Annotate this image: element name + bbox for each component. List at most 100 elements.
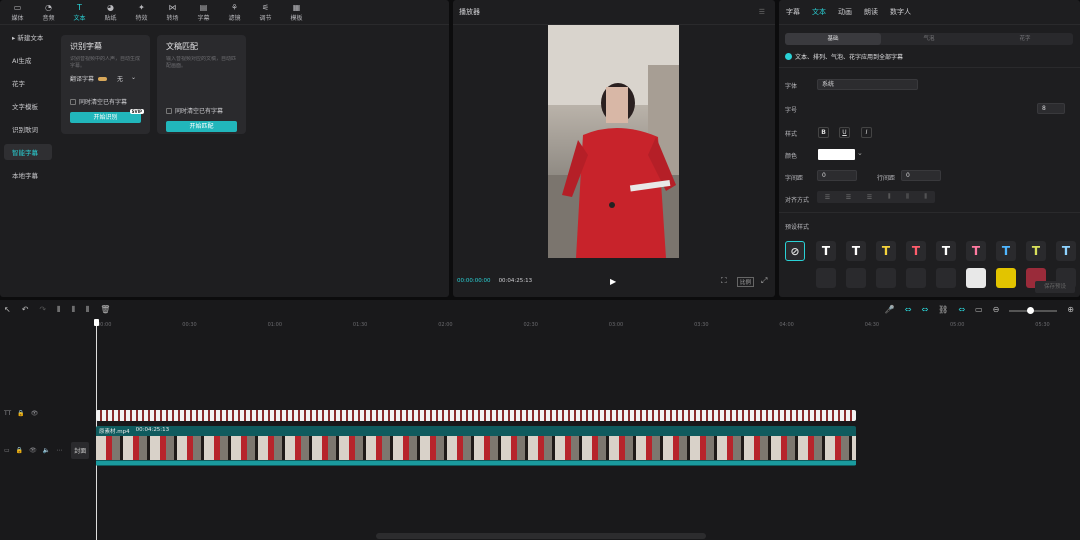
align-left-icon[interactable]: ☰ (825, 194, 830, 201)
preset-style-row2-7[interactable] (996, 268, 1016, 288)
align-vbottom-icon[interactable]: ⫼ (924, 193, 927, 201)
chevron-down-icon[interactable]: ⌄ (857, 149, 863, 157)
toolbar-item-caption[interactable]: ▤ 字幕 (188, 0, 219, 24)
translate-select[interactable]: 无 ⌄ (117, 74, 136, 83)
tab-0[interactable]: 字幕 (786, 7, 800, 17)
tab-1[interactable]: 文本 (812, 7, 826, 17)
preset-style-5[interactable]: T (936, 241, 956, 261)
preset-style-row2-6[interactable] (966, 268, 986, 288)
more-icon[interactable]: ⋯ (56, 447, 62, 454)
card-description: 输入音视频对应的文稿，自动匹配画面。 (166, 56, 237, 69)
preset-style-row2-1[interactable] (816, 268, 836, 288)
font-select[interactable]: 系统 (817, 79, 918, 90)
video-clip[interactable]: 原素材.mp4 00:04:25:13 (96, 426, 856, 466)
preset-style-row2-4[interactable] (906, 268, 926, 288)
sidebar-item[interactable]: 识别歌词 (4, 121, 52, 137)
time-ruler[interactable]: 00:00 00:30 01:00 01:30 02:00 02:30 03:00 03:30… (97, 320, 1080, 330)
preset-style-row2-5[interactable] (936, 268, 956, 288)
preset-style-3[interactable]: T (876, 241, 896, 261)
tab-2[interactable]: 动画 (838, 7, 852, 17)
preset-style-7[interactable]: T (996, 241, 1016, 261)
apply-all-toggle[interactable]: 文本、排列、气泡、花字应用到全部字幕 (785, 52, 903, 61)
subtab-1[interactable]: 气泡 (881, 33, 977, 45)
toolbar-item-audio[interactable]: ◔ 音频 (33, 0, 64, 24)
undo-icon[interactable]: ↶ (22, 305, 29, 315)
italic-button[interactable]: I (861, 127, 872, 138)
preview-axis-icon[interactable]: ⇔ (958, 305, 965, 314)
main-track-magnet-icon[interactable]: ⇔ (905, 305, 912, 314)
toolbar-item-adjust[interactable]: ⚟ 调节 (250, 0, 281, 24)
toolbar-item-text[interactable]: T 文本 (64, 0, 95, 24)
split-right-icon[interactable]: ⫴ (86, 305, 89, 315)
select-tool-icon[interactable]: ↖ (4, 305, 11, 315)
eye-icon[interactable]: 👁 (29, 447, 37, 454)
zoom-slider[interactable] (1009, 307, 1058, 314)
delete-icon[interactable]: 🗑 (100, 305, 110, 315)
color-swatch[interactable] (818, 149, 855, 160)
bold-button[interactable]: B (818, 127, 829, 138)
cover-button[interactable]: 封面 (71, 442, 90, 459)
toolbar-item-sticker[interactable]: ◕ 贴纸 (95, 0, 126, 24)
caption-clip[interactable] (96, 410, 856, 421)
mute-icon[interactable]: 🔈 (43, 447, 50, 454)
font-size-stepper[interactable]: 8 (1037, 103, 1065, 114)
preset-style-8[interactable]: T (1026, 241, 1046, 261)
fullscreen-icon[interactable]: ⤢ (761, 276, 767, 286)
sidebar-item[interactable]: 本地字幕 (4, 167, 52, 183)
sidebar-item[interactable]: 文字模板 (4, 98, 52, 114)
align-vtop-icon[interactable]: ⫼ (888, 193, 891, 201)
video-preview[interactable] (548, 25, 679, 258)
align-buttons[interactable]: ☰ ☰ ☰ ⫼ ⫼ ⫼ (817, 191, 935, 203)
preset-style-2[interactable]: T (846, 241, 866, 261)
preset-style-row2-2[interactable] (846, 268, 866, 288)
clear-existing-checkbox[interactable]: 同时清空已有字幕 (70, 97, 141, 106)
ratio-button[interactable]: 比例 (737, 277, 755, 287)
tab-3[interactable]: 朗读 (864, 7, 878, 17)
horizontal-scrollbar[interactable] (376, 533, 706, 539)
align-right-icon[interactable]: ☰ (867, 194, 872, 201)
clip-thumbnails (96, 436, 856, 460)
linkage-icon[interactable]: ⛓ (938, 305, 948, 314)
auto-snap-icon[interactable]: ⇔ (921, 305, 928, 314)
align-center-icon[interactable]: ☰ (846, 194, 851, 201)
split-left-icon[interactable]: ⫴ (71, 305, 74, 315)
zoom-in-icon[interactable]: ⊕ (1067, 305, 1074, 314)
toolbar-item-filter[interactable]: ⚘ 滤镜 (219, 0, 250, 24)
play-button[interactable]: ▶ (610, 277, 616, 286)
lock-icon[interactable]: 🔒 (17, 410, 24, 417)
fullscreen-fit-icon[interactable]: ⛶ (721, 276, 727, 286)
subtab-2[interactable]: 花字 (977, 33, 1073, 45)
preset-style-4[interactable]: T (906, 241, 926, 261)
caption-icon[interactable]: ▭ (975, 305, 983, 314)
preset-style-6[interactable]: T (966, 241, 986, 261)
char-spacing-stepper[interactable]: 0 (817, 170, 857, 181)
menu-icon[interactable]: ☰ (759, 8, 765, 16)
sidebar-item[interactable]: 花字 (4, 75, 52, 91)
toolbar-item-template[interactable]: ▦ 模板 (281, 0, 312, 24)
preset-style-9[interactable]: T (1056, 241, 1076, 261)
clear-existing-checkbox[interactable]: 同时清空已有字幕 (166, 106, 237, 115)
toolbar-item-effects[interactable]: ✦ 特效 (126, 0, 157, 24)
toolbar-item-transition[interactable]: ⋈ 转场 (157, 0, 188, 24)
preset-style-row2-3[interactable] (876, 268, 896, 288)
toolbar-item-media[interactable]: ▭ 媒体 (2, 0, 33, 24)
sidebar-item[interactable]: 智能字幕 (4, 144, 52, 160)
preset-style-1[interactable]: T (816, 241, 836, 261)
line-spacing-stepper[interactable]: 0 (901, 170, 941, 181)
underline-button[interactable]: U (839, 127, 850, 138)
playhead-handle[interactable] (94, 319, 99, 326)
tab-4[interactable]: 数字人 (890, 7, 911, 17)
redo-icon[interactable]: ↷ (39, 305, 46, 315)
preset-none[interactable]: ⊘ (785, 241, 805, 261)
eye-icon[interactable]: 👁 (31, 410, 39, 417)
sidebar-item[interactable]: ▸ 新建文本 (4, 29, 52, 45)
lock-icon[interactable]: 🔒 (16, 447, 23, 454)
subtab-0[interactable]: 基础 (785, 33, 881, 45)
save-preset-button[interactable]: 保存预设 (1035, 281, 1075, 293)
split-icon[interactable]: ⫴ (57, 305, 60, 315)
start-match-button[interactable]: 开始匹配 (166, 121, 237, 132)
sidebar-item[interactable]: AI生成 (4, 52, 52, 68)
microphone-icon[interactable]: 🎤 (885, 305, 895, 314)
zoom-out-icon[interactable]: ⊖ (993, 305, 1000, 314)
align-vcenter-icon[interactable]: ⫼ (906, 193, 909, 201)
